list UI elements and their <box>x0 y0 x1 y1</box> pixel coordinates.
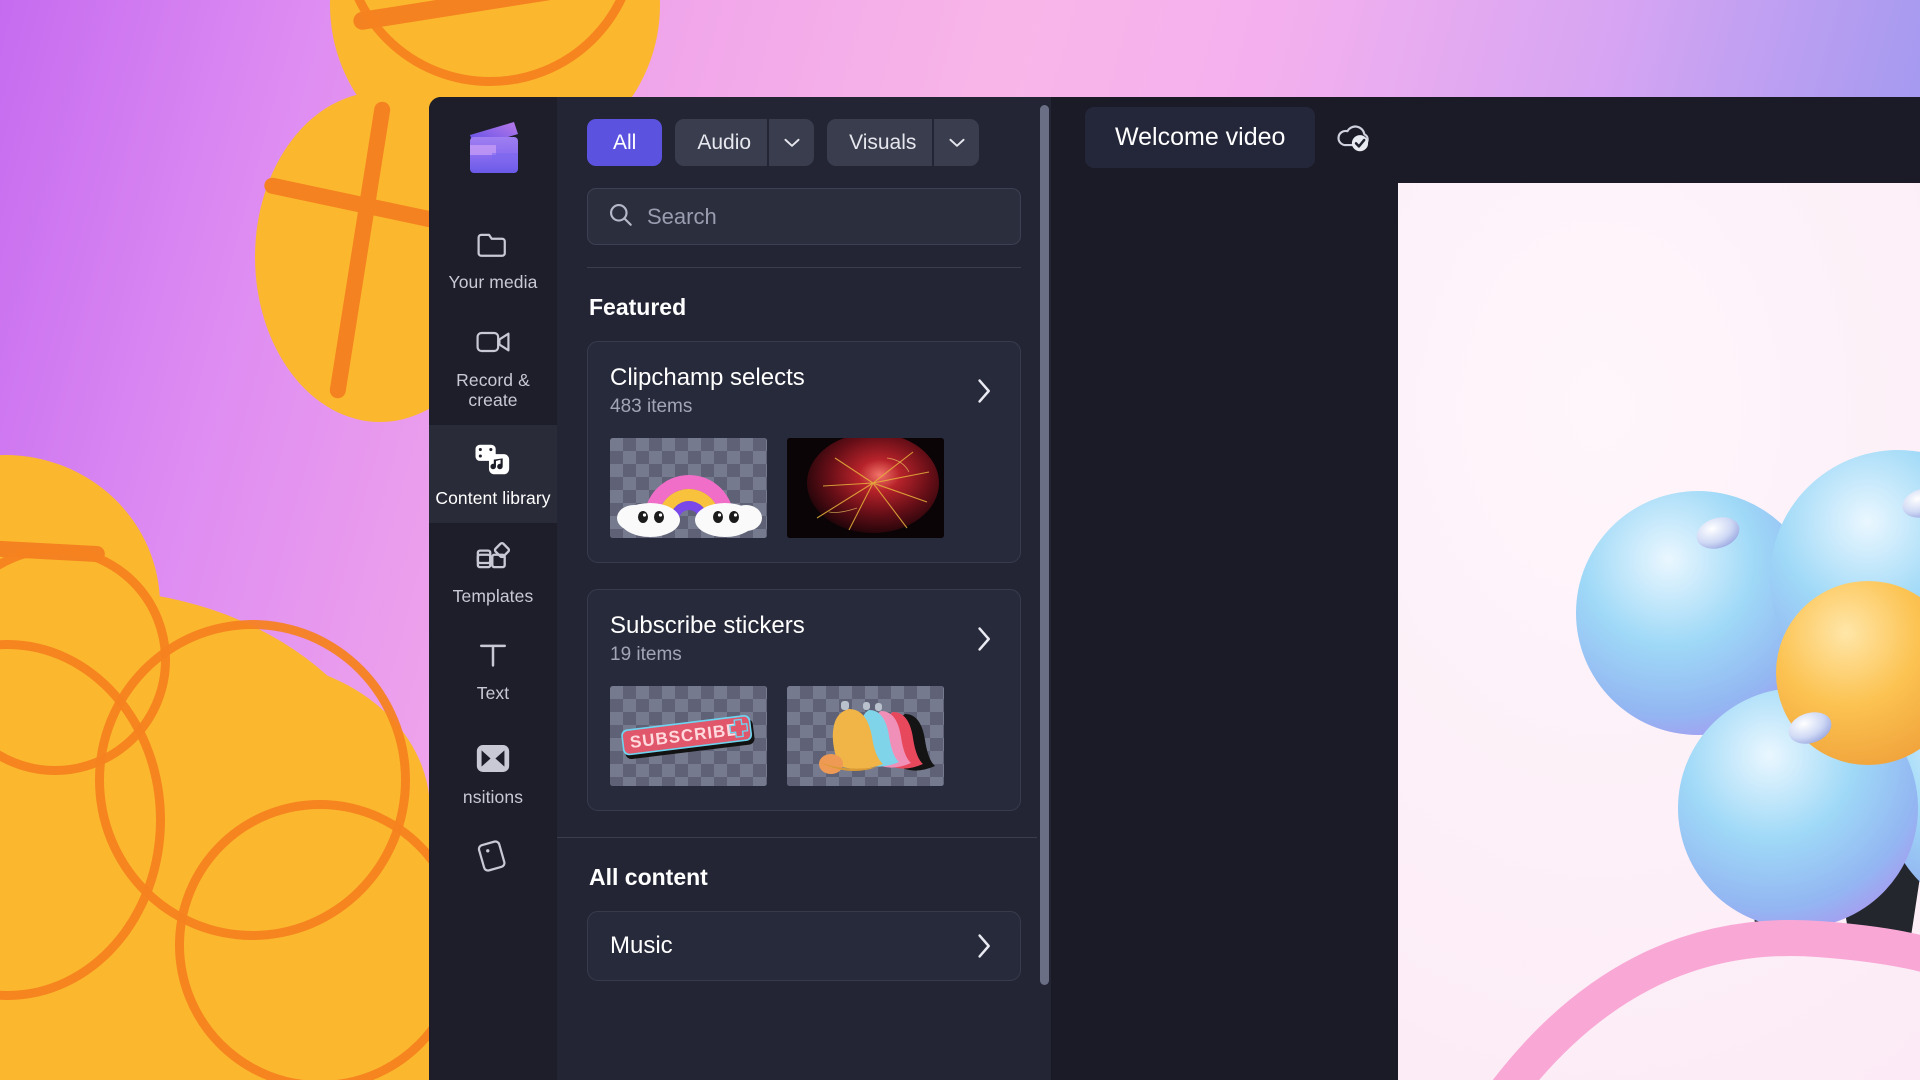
panel-divider <box>557 837 1051 838</box>
collection-card[interactable]: Clipchamp selects 483 items <box>587 341 1021 563</box>
thumbnail-subscribe-text[interactable]: SUBSCRIBE <box>610 686 767 786</box>
chevron-right-icon[interactable] <box>968 933 998 959</box>
collection-titles: Subscribe stickers 19 items <box>610 612 968 666</box>
project-title-input[interactable]: Welcome video <box>1085 107 1316 168</box>
filter-pill-group: All Audio Visuals <box>587 119 1021 166</box>
sidebar-item-label: Templates <box>452 585 534 606</box>
cloud-check-icon <box>1331 116 1375 160</box>
panel-scrollbar[interactable] <box>1037 97 1051 1080</box>
thumbnail-rainbow-clouds[interactable] <box>610 438 767 538</box>
sidebar-item-text[interactable]: Text <box>429 620 557 718</box>
sidebar-item-label: nsitions <box>462 786 524 807</box>
collection-header: Subscribe stickers 19 items <box>610 612 998 666</box>
chevron-down-icon[interactable] <box>769 119 815 166</box>
all-content-section-title: All content <box>589 864 708 890</box>
clapperboard-icon[interactable] <box>462 119 524 175</box>
search-field[interactable]: Search <box>587 188 1021 245</box>
folder-icon <box>473 225 513 263</box>
filter-visuals-group: Visuals <box>827 119 980 166</box>
collection-titles: Clipchamp selects 483 items <box>610 364 968 418</box>
collection-header: Clipchamp selects 483 items <box>610 364 998 418</box>
sidebar-item-label: Content library <box>435 487 551 508</box>
sidebar-item-record-create[interactable]: Record & create <box>429 307 557 425</box>
search-icon <box>608 202 633 232</box>
sidebar-item-content-library[interactable]: Content library <box>429 424 557 523</box>
collection-count: 19 items <box>610 644 682 665</box>
content-row-label: Music <box>610 932 673 959</box>
sidebar-item-your-media[interactable]: Your media <box>429 209 557 307</box>
chevron-down-icon[interactable] <box>934 119 980 166</box>
video-camera-icon <box>473 323 513 361</box>
collection-thumbnails: SUBSCRIBE <box>610 686 998 786</box>
collection-name: Clipchamp selects <box>610 364 805 391</box>
scrollbar-thumb[interactable] <box>1039 105 1049 985</box>
sticker-icon <box>473 837 513 875</box>
thumbnail-notification-bells[interactable] <box>787 686 944 786</box>
video-preview[interactable] <box>1398 183 1920 1080</box>
wallpaper-doodle <box>175 800 465 1080</box>
filter-visuals[interactable]: Visuals <box>827 119 933 166</box>
content-library-panel: All Audio Visuals Search Featured Clipch… <box>557 97 1051 1080</box>
sidebar-item-transitions[interactable]: nsitions <box>429 724 557 822</box>
content-row-music[interactable]: Music <box>587 911 1021 981</box>
collection-name: Subscribe stickers <box>610 612 805 639</box>
sidebar-item-templates[interactable]: Templates <box>429 523 557 621</box>
transitions-icon <box>473 740 513 778</box>
sidebar-item-label: Text <box>476 683 510 704</box>
filter-audio-group: Audio <box>675 119 815 166</box>
filter-all[interactable]: All <box>587 119 663 166</box>
templates-icon <box>473 539 513 577</box>
project-title-bar: Welcome video <box>1085 107 1375 168</box>
text-icon <box>473 636 513 674</box>
chevron-right-icon[interactable] <box>968 612 998 652</box>
thumbnail-red-explosion[interactable] <box>787 438 944 538</box>
chevron-right-icon[interactable] <box>968 364 998 404</box>
clipchamp-window: Your media Record & create Content libra… <box>429 97 1920 1080</box>
collection-card[interactable]: Subscribe stickers 19 items SUBSCRIBE <box>587 589 1021 811</box>
collection-thumbnails <box>610 438 998 538</box>
sidebar-item-label: Your media <box>448 272 538 292</box>
filter-audio[interactable]: Audio <box>675 119 768 166</box>
left-navigation-rail: Your media Record & create Content libra… <box>429 97 557 1080</box>
preview-stage: Welcome video <box>1051 97 1920 1080</box>
sidebar-item-label: Record & create <box>456 369 530 411</box>
search-placeholder: Search <box>647 203 717 229</box>
sidebar-item-overflow[interactable] <box>429 821 557 875</box>
panel-header: All Audio Visuals Search <box>557 97 1051 268</box>
content-library-icon <box>473 441 513 479</box>
featured-section-title: Featured <box>589 294 687 320</box>
panel-scroll-area: Featured Clipchamp selects 483 items Sub… <box>557 268 1051 1080</box>
collection-count: 483 items <box>610 396 693 417</box>
